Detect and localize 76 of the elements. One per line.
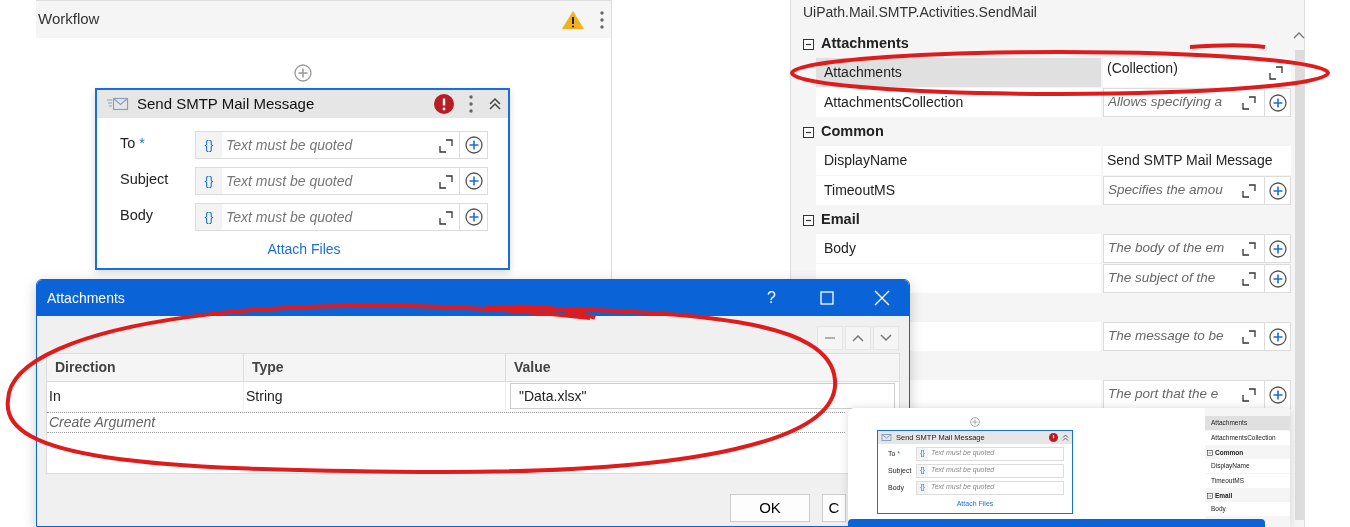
field-frame[interactable]: {} Text must be quoted (194, 131, 488, 159)
field-frame[interactable]: The message to be (1103, 322, 1265, 351)
add-icon[interactable] (1268, 269, 1287, 288)
mail-icon (881, 434, 892, 441)
add-icon[interactable] (1268, 93, 1287, 112)
move-up-icon[interactable] (851, 333, 865, 343)
section-header: Attachments (821, 34, 909, 54)
add-icon[interactable] (1268, 327, 1287, 346)
add-icon[interactable] (464, 172, 483, 190)
property-name[interactable]: TimeoutMS (816, 176, 1101, 205)
collapse-icon[interactable] (488, 97, 502, 111)
value-field[interactable]: "Data.xlsx" (510, 383, 895, 409)
mail-icon (107, 97, 129, 111)
input-field[interactable]: Text must be quoted (221, 132, 433, 158)
table-cell: String (244, 382, 506, 410)
panel-title: Workflow (38, 9, 100, 30)
field-label: Subject (120, 170, 170, 189)
expand-icon[interactable] (1242, 183, 1256, 198)
expand-icon[interactable] (1242, 271, 1256, 286)
activity-card[interactable]: Send SMTP Mail Message To * {} Text must be quoted Subject {} Text must be quoted Body {} Text must be quoted Attach Files (95, 88, 510, 270)
add-icon[interactable] (464, 136, 483, 154)
ok-button[interactable]: OK (730, 494, 810, 522)
expand-icon[interactable] (1242, 95, 1256, 110)
table-cell: In (47, 382, 244, 410)
column-header: Direction (47, 354, 244, 381)
input-field[interactable]: Text must be quoted (221, 168, 433, 194)
add-icon[interactable] (1268, 239, 1287, 258)
attach-files-link[interactable]: Attach Files (267, 241, 341, 257)
column-header: Value (513, 358, 552, 377)
property-name[interactable]: Attachments (816, 58, 1101, 87)
error-icon[interactable] (1049, 433, 1058, 442)
property-value: (Collection) (1106, 59, 1178, 78)
expand-icon[interactable] (1242, 241, 1256, 256)
collapse-icon[interactable] (803, 214, 814, 226)
section-header: Email (821, 210, 860, 230)
expand-icon[interactable] (1269, 65, 1283, 80)
more-icon[interactable] (599, 9, 605, 30)
field-frame[interactable]: The subject of the (1103, 264, 1265, 293)
maximize-icon[interactable] (819, 291, 834, 305)
panel-title: UiPath.Mail.SMTP.Activities.SendMail (802, 3, 1038, 22)
cancel-button[interactable]: C (822, 494, 846, 522)
expand-icon[interactable] (1242, 387, 1256, 402)
field-frame[interactable]: The body of the em (1103, 234, 1265, 263)
activity-title: Send SMTP Mail Message (137, 93, 315, 114)
expand-icon[interactable] (1242, 329, 1256, 344)
add-icon[interactable] (1268, 385, 1287, 404)
expand-icon[interactable] (439, 211, 453, 225)
expand-icon[interactable] (439, 139, 453, 153)
field-frame[interactable]: {} Text must be quoted (194, 167, 488, 195)
warning-icon[interactable] (561, 9, 585, 30)
collapse-icon[interactable] (803, 126, 814, 138)
expand-icon[interactable] (439, 175, 453, 189)
property-name[interactable]: DisplayName (816, 146, 1101, 175)
collapse-icon[interactable] (803, 38, 814, 50)
property-value: Send SMTP Mail Message (1106, 151, 1273, 170)
input-field[interactable]: Text must be quoted (221, 204, 433, 230)
scrollbar[interactable] (1294, 50, 1304, 520)
field-label: Body (120, 206, 155, 225)
field-label: To * (120, 134, 146, 153)
add-icon[interactable] (464, 208, 483, 226)
move-down-icon[interactable] (879, 333, 893, 343)
help-button[interactable]: ? (744, 286, 799, 310)
scroll-up-icon[interactable] (1292, 30, 1306, 40)
column-header: Type (244, 354, 506, 381)
more-icon[interactable] (468, 94, 474, 114)
field-frame[interactable]: The port that the e (1103, 380, 1265, 409)
property-name[interactable]: Body (816, 234, 1101, 263)
dialog-title: Attachments (47, 288, 126, 308)
create-argument-row[interactable]: Create Argument (47, 412, 845, 433)
field-frame[interactable]: Allows specifying a (1103, 88, 1265, 117)
close-icon[interactable] (873, 290, 890, 306)
add-icon[interactable] (1268, 181, 1287, 200)
field-frame[interactable]: {} Text must be quoted (194, 203, 488, 231)
error-icon[interactable] (434, 94, 454, 114)
section-header: Common (821, 122, 884, 142)
field-frame[interactable]: Specifies the amou (1103, 176, 1265, 205)
